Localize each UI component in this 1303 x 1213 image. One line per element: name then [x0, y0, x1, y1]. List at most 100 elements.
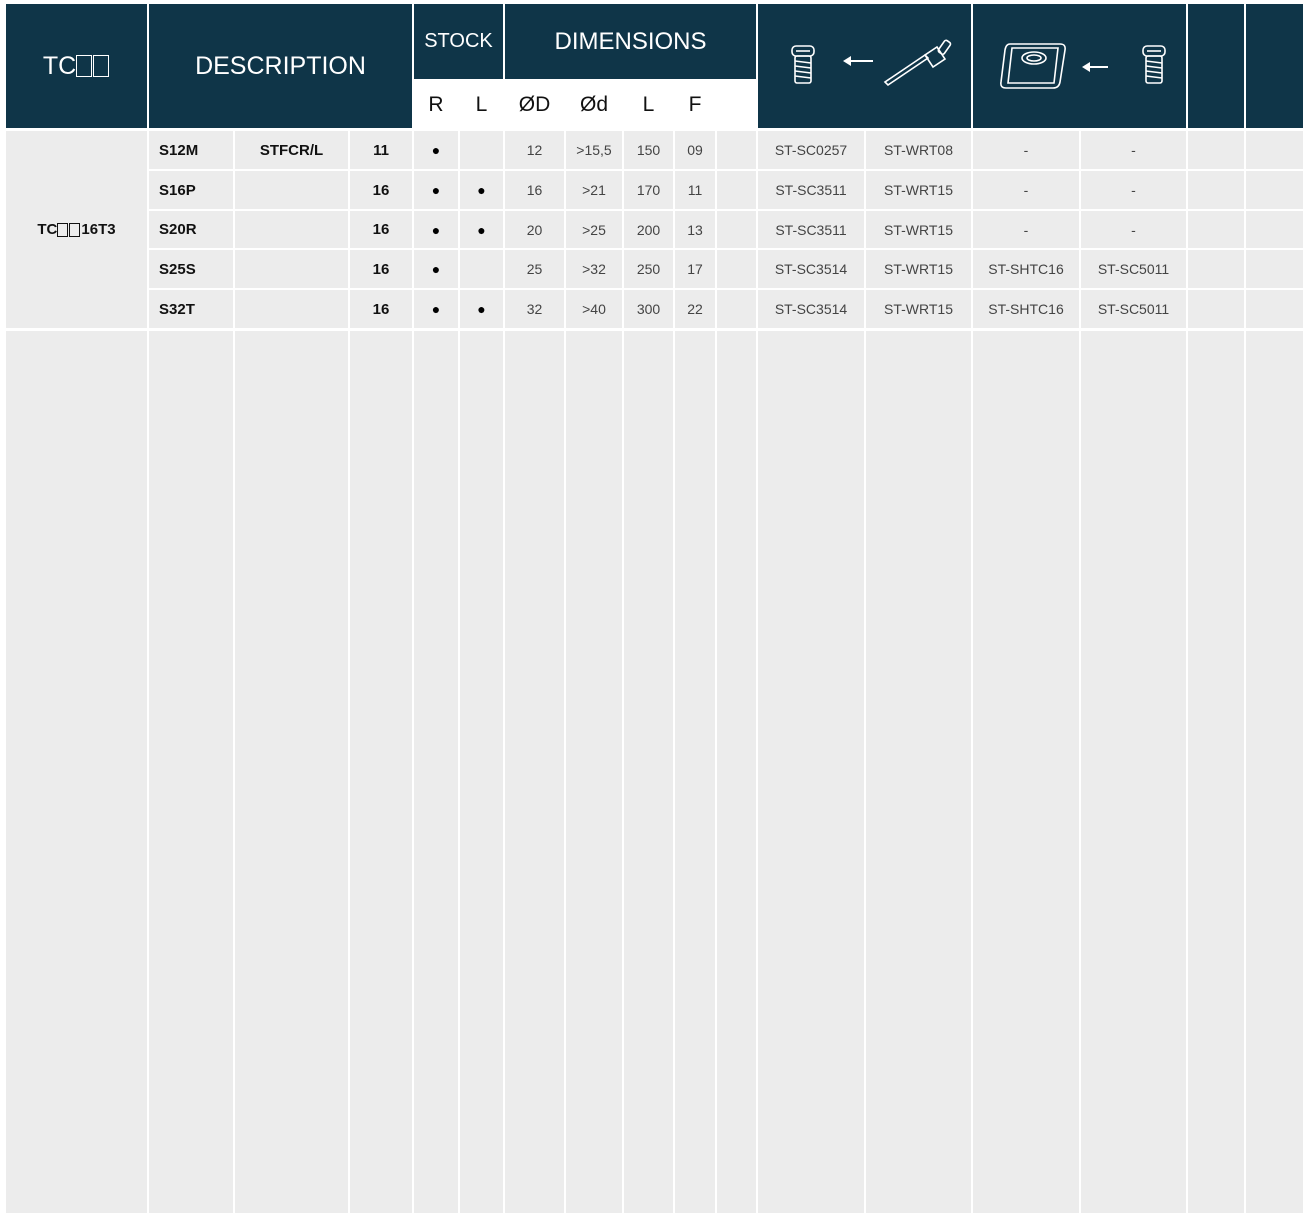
cell-od: 25 [505, 250, 564, 288]
cell-len: 170 [624, 171, 673, 209]
f-subheader: F [675, 81, 715, 128]
empty-cell [1246, 211, 1303, 248]
tc-header-label: TC [42, 51, 77, 80]
shim-screw-header [973, 4, 1186, 128]
cell-screw: ST-SC3514 [758, 250, 864, 288]
cell-shim: ST-SHTC16 [973, 290, 1079, 328]
empty-column-area [717, 331, 756, 1213]
cell-shim: ST-SHTC16 [973, 250, 1079, 288]
left-arrow-icon [1081, 62, 1108, 72]
extra-header-2 [1246, 4, 1303, 128]
cell-size: 16 [350, 290, 412, 328]
cell-type: STFCR/L [235, 131, 348, 169]
cell-l: ● [460, 171, 503, 209]
spare-parts-table: TC DESCRIPTION STOCK DIMENSIONS R L ØD Ø… [0, 0, 1303, 1213]
insert-screw-header [758, 4, 971, 128]
stock-l-subheader: L [460, 81, 503, 128]
cell-code: S16P [149, 171, 233, 209]
cell-shim-screw: ST-SC5011 [1081, 290, 1186, 328]
empty-column-area [149, 331, 233, 1213]
empty-column-area [460, 331, 503, 1213]
stock-header: STOCK [414, 4, 503, 79]
cell-id: >32 [566, 250, 622, 288]
placeholder-box-icon [69, 222, 81, 237]
cell-len: 150 [624, 131, 673, 169]
cell-type [235, 290, 348, 328]
cell-f: 13 [675, 211, 715, 248]
empty-column-area [505, 331, 564, 1213]
cell-id: >21 [566, 171, 622, 209]
cell-shim: - [973, 171, 1079, 209]
empty-cell [1188, 211, 1244, 248]
empty-column-area [1246, 331, 1303, 1213]
empty-cell [1246, 131, 1303, 169]
empty-column-area [6, 331, 147, 1213]
cell-screw: ST-SC0257 [758, 131, 864, 169]
cell-key: ST-WRT15 [866, 290, 971, 328]
cell-len: 250 [624, 250, 673, 288]
torx-wrench-icon [883, 39, 951, 87]
empty-column-area [973, 331, 1079, 1213]
cell-l [460, 250, 503, 288]
cell-key: ST-WRT15 [866, 171, 971, 209]
cell-size: 16 [350, 171, 412, 209]
cell-screw: ST-SC3511 [758, 211, 864, 248]
cell-type [235, 250, 348, 288]
left-arrow-icon [842, 56, 873, 66]
cell-shim: - [973, 131, 1079, 169]
empty-cell [1246, 250, 1303, 288]
cell-r: ● [414, 131, 458, 169]
dimensions-header-label: DIMENSIONS [554, 27, 707, 55]
empty-column-area [1188, 331, 1244, 1213]
placeholder-box-icon [76, 55, 93, 77]
empty-cell [1188, 290, 1244, 328]
cell-r: ● [414, 211, 458, 248]
tc-header: TC [6, 4, 147, 128]
group-label-cell: TC 16T3 [6, 131, 147, 328]
cell-size: 11 [350, 131, 412, 169]
empty-cell [717, 211, 756, 248]
empty-column-area [414, 331, 458, 1213]
cell-od: 32 [505, 290, 564, 328]
cell-od: 16 [505, 171, 564, 209]
empty-column-area [566, 331, 622, 1213]
cell-f: 22 [675, 290, 715, 328]
cell-code: S32T [149, 290, 233, 328]
empty-cell [717, 131, 756, 169]
empty-cell [1188, 131, 1244, 169]
group-label: 16T3 [81, 221, 116, 238]
cell-type [235, 211, 348, 248]
cell-r: ● [414, 290, 458, 328]
group-label-prefix: TC [37, 221, 58, 238]
extra-header-1 [1188, 4, 1244, 128]
cell-code: S12M [149, 131, 233, 169]
empty-column-area [624, 331, 673, 1213]
description-header: DESCRIPTION [149, 4, 412, 128]
cell-id: >40 [566, 290, 622, 328]
empty-cell [1246, 171, 1303, 209]
cell-f: 17 [675, 250, 715, 288]
cell-size: 16 [350, 250, 412, 288]
empty-column-area [350, 331, 412, 1213]
cell-l: ● [460, 211, 503, 248]
cell-r: ● [414, 250, 458, 288]
placeholder-box-icon [57, 222, 69, 237]
cell-key: ST-WRT08 [866, 131, 971, 169]
cell-screw: ST-SC3511 [758, 171, 864, 209]
dimensions-header: DIMENSIONS [505, 4, 756, 79]
cell-shim: - [973, 211, 1079, 248]
cell-od: 20 [505, 211, 564, 248]
cell-f: 09 [675, 131, 715, 169]
screw-icon [1141, 45, 1166, 84]
cell-screw: ST-SC3514 [758, 290, 864, 328]
stock-r-subheader: R [414, 81, 458, 128]
blank-subheader [717, 81, 756, 128]
cell-id: >15,5 [566, 131, 622, 169]
cell-type [235, 171, 348, 209]
empty-cell [717, 250, 756, 288]
cell-od: 12 [505, 131, 564, 169]
cell-shim-screw: ST-SC5011 [1081, 250, 1186, 288]
empty-cell [1188, 250, 1244, 288]
empty-column-area [675, 331, 715, 1213]
cell-r: ● [414, 171, 458, 209]
